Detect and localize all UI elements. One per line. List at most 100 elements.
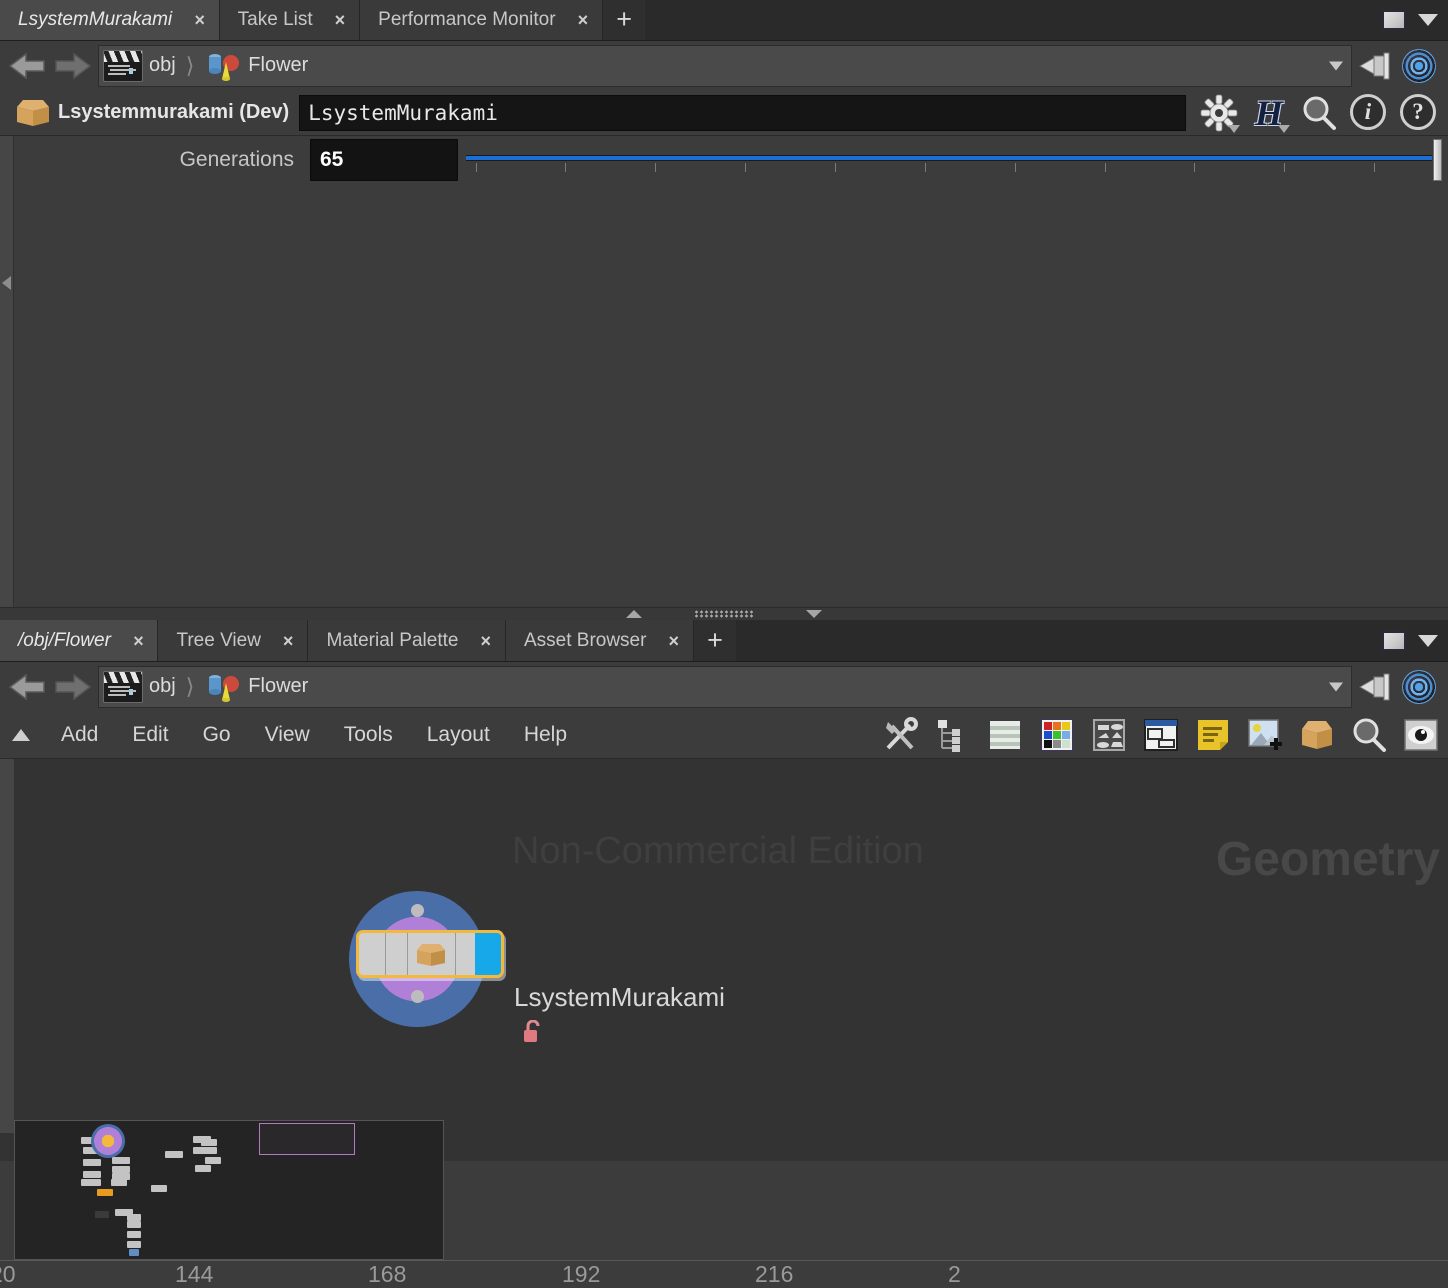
close-icon[interactable]: × <box>194 11 205 29</box>
sticky-note-icon[interactable] <box>1194 716 1232 754</box>
chevron-down-icon[interactable] <box>1418 13 1438 26</box>
add-image-icon[interactable] <box>1246 716 1284 754</box>
tree-list-icon[interactable] <box>934 716 972 754</box>
network-menubar: Add Edit Go View Tools Layout Help <box>0 711 1448 759</box>
back-arrow-icon[interactable] <box>6 667 50 707</box>
panel-splitter[interactable] <box>0 607 1448 621</box>
param-input-generations[interactable]: 65 <box>310 139 458 181</box>
network-left-rail[interactable] <box>0 759 14 1133</box>
node-body[interactable] <box>356 930 504 978</box>
unlocked-icon[interactable] <box>522 1019 544 1044</box>
slider-tick <box>1284 163 1286 172</box>
search-icon[interactable] <box>1350 716 1388 754</box>
close-icon[interactable]: × <box>480 632 491 650</box>
breadcrumb-flower[interactable]: Flower <box>200 667 312 707</box>
tools-wrench-icon[interactable] <box>882 716 920 754</box>
splitter-down-icon[interactable] <box>806 610 822 618</box>
node-output-connector[interactable] <box>411 990 424 1003</box>
node-input-connector[interactable] <box>411 904 424 917</box>
info-icon[interactable]: i <box>1350 93 1388 132</box>
chevron-down-icon[interactable] <box>1418 634 1438 647</box>
splitter-up-icon[interactable] <box>626 610 642 618</box>
slider-tick <box>745 163 747 172</box>
maximize-icon[interactable] <box>1382 630 1406 651</box>
minimap-node <box>127 1214 141 1221</box>
path-dropdown-icon[interactable] <box>1329 61 1343 70</box>
path-field[interactable]: obj ⟩ Flower <box>98 665 1352 708</box>
layout-panels-icon[interactable] <box>1142 716 1180 754</box>
minimap-viewport-rect[interactable] <box>259 1123 355 1155</box>
pin-icon[interactable] <box>1358 51 1392 81</box>
menu-edit[interactable]: Edit <box>115 723 185 747</box>
watermark-edition: Non-Commercial Edition <box>512 830 924 872</box>
tab-obj-flower[interactable]: /obj/Flower × <box>0 620 159 661</box>
tab-asset-browser[interactable]: Asset Browser × <box>505 620 694 661</box>
left-rail-top[interactable] <box>0 136 14 607</box>
menu-go[interactable]: Go <box>186 723 248 747</box>
minimap-node <box>151 1185 167 1192</box>
forward-arrow-icon[interactable] <box>50 46 94 86</box>
param-slider-generations[interactable] <box>466 139 1448 181</box>
breadcrumb-obj[interactable]: obj <box>99 46 180 86</box>
network-editor[interactable] <box>0 759 1448 1161</box>
target-icon[interactable] <box>1402 48 1436 83</box>
node-name-input[interactable]: LsystemMurakami <box>299 94 1186 131</box>
timeline-tick-label: 216 <box>755 1261 794 1287</box>
minimap-node <box>95 1211 109 1218</box>
display-eye-icon[interactable] <box>1402 716 1440 754</box>
close-icon[interactable]: × <box>668 632 679 650</box>
param-label-generations: Generations <box>179 148 294 171</box>
tab-material-palette[interactable]: Material Palette × <box>308 620 506 661</box>
shapes-icon[interactable] <box>1090 716 1128 754</box>
slider-handle[interactable] <box>1433 139 1442 181</box>
color-palette-icon[interactable] <box>1038 716 1076 754</box>
breadcrumb-obj[interactable]: obj <box>99 667 180 707</box>
node-display-flag[interactable] <box>475 933 501 975</box>
close-icon[interactable]: × <box>283 632 294 650</box>
target-icon[interactable] <box>1402 669 1436 704</box>
close-icon[interactable]: × <box>335 11 346 29</box>
close-icon[interactable]: × <box>578 11 589 29</box>
chevron-down-icon[interactable] <box>1278 124 1290 133</box>
gear-icon[interactable] <box>1200 94 1240 133</box>
menu-add[interactable]: Add <box>44 723 115 747</box>
pin-icon[interactable] <box>1358 672 1392 702</box>
close-icon[interactable]: × <box>133 632 144 650</box>
breadcrumb-flower[interactable]: Flower <box>200 46 312 86</box>
minimap-selected-node[interactable] <box>91 1124 125 1158</box>
search-icon[interactable] <box>1300 94 1338 132</box>
help-icon[interactable]: ? <box>1400 93 1438 132</box>
tab-performance-monitor[interactable]: Performance Monitor × <box>360 0 604 40</box>
tab-tree-view[interactable]: Tree View × <box>158 620 309 661</box>
timeline-tick-label: 192 <box>562 1261 601 1287</box>
timeline-ruler[interactable]: 20 144 168 192 216 2 <box>0 1260 1448 1288</box>
minimap-node <box>127 1231 141 1238</box>
menu-layout[interactable]: Layout <box>410 723 507 747</box>
path-dropdown-icon[interactable] <box>1329 682 1343 691</box>
path-field[interactable]: obj ⟩ Flower <box>98 44 1352 87</box>
menu-view[interactable]: View <box>248 723 327 747</box>
tab-take-list[interactable]: Take List × <box>219 0 361 40</box>
splitter-grip[interactable] <box>694 610 754 618</box>
houdini-h-icon[interactable]: H <box>1250 94 1290 133</box>
tab-lsystemmurakami[interactable]: LsystemMurakami × <box>0 0 220 40</box>
menu-expand-icon[interactable] <box>12 728 30 741</box>
maximize-icon[interactable] <box>1382 9 1406 30</box>
menu-help[interactable]: Help <box>507 723 584 747</box>
back-arrow-icon[interactable] <box>6 46 50 86</box>
param-row-generations: Generations 65 <box>0 136 1448 181</box>
add-tab-button[interactable]: + <box>603 0 646 40</box>
collapse-arrow-icon[interactable] <box>2 276 11 290</box>
list-rows-icon[interactable] <box>986 716 1024 754</box>
watermark-context: Geometry <box>1215 833 1440 886</box>
chevron-down-icon[interactable] <box>1228 124 1240 133</box>
menu-tools[interactable]: Tools <box>327 723 410 747</box>
network-minimap[interactable] <box>14 1120 444 1260</box>
forward-arrow-icon[interactable] <box>50 667 94 707</box>
box-asset-icon[interactable] <box>1298 716 1336 754</box>
slider-tick <box>475 163 477 172</box>
minimap-node <box>165 1151 183 1158</box>
panel-window-controls <box>1382 0 1448 40</box>
add-tab-button[interactable]: + <box>693 620 736 661</box>
minimap-node <box>111 1179 127 1186</box>
